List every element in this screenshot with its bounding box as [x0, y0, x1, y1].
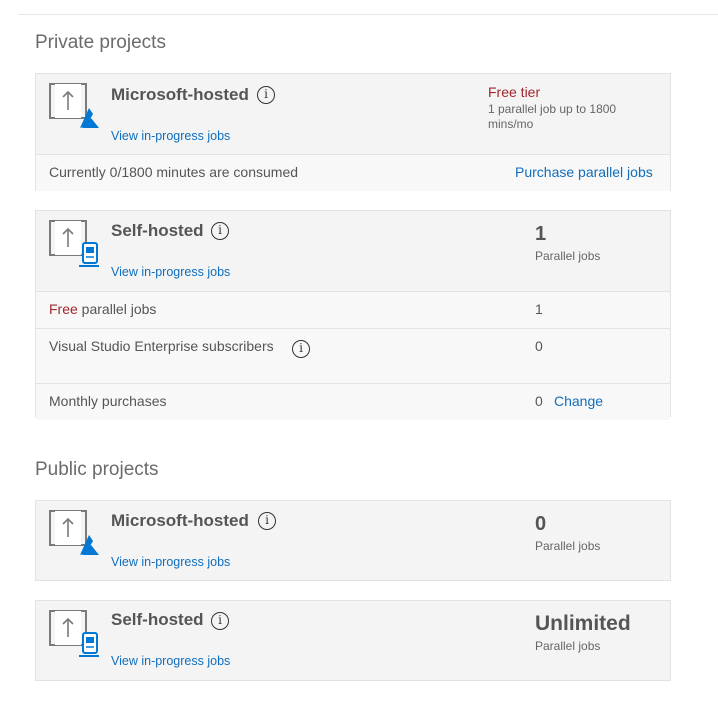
view-in-progress-jobs-link[interactable]: View in-progress jobs — [111, 129, 230, 143]
private-microsoft-hosted-card: Microsoft-hosted i View in-progress jobs… — [35, 73, 671, 191]
free-parallel-jobs-value: 1 — [535, 301, 543, 317]
parallel-jobs-label: Parallel jobs — [535, 539, 601, 553]
private-self-hosted-card: Self-hosted i View in-progress jobs 1 Pa… — [35, 210, 671, 420]
pipeline-azure-icon — [49, 509, 101, 559]
monthly-purchases-label: Monthly purchases — [49, 393, 167, 409]
pipeline-agent-icon — [49, 219, 101, 269]
change-link[interactable]: Change — [554, 393, 603, 409]
public-microsoft-hosted-card: Microsoft-hosted i View in-progress jobs… — [35, 500, 671, 581]
card-header: Microsoft-hosted i View in-progress jobs… — [36, 501, 670, 581]
parallel-jobs-count: 1 — [535, 223, 547, 245]
vs-enterprise-value: 0 — [535, 338, 543, 354]
card-header: Self-hosted i View in-progress jobs Unli… — [36, 601, 670, 681]
microsoft-hosted-title: Microsoft-hosted — [111, 85, 249, 104]
free-parallel-jobs-label: Free parallel jobs — [49, 301, 156, 317]
free-tier-description: 1 parallel job up to 1800 mins/mo — [488, 102, 617, 131]
parallel-jobs-label: Parallel jobs — [535, 639, 601, 653]
free-parallel-jobs-row: Free parallel jobs 1 — [36, 291, 670, 328]
monthly-purchases-value: 0 — [535, 393, 543, 409]
self-hosted-title: Self-hosted — [111, 221, 204, 240]
public-projects-heading: Public projects — [35, 459, 159, 480]
top-divider — [18, 14, 718, 15]
pipeline-agent-icon — [49, 609, 101, 659]
free-tier-label: Free tier — [488, 84, 541, 100]
card-header: Self-hosted i View in-progress jobs 1 Pa… — [36, 211, 670, 291]
info-icon[interactable]: i — [258, 512, 276, 530]
info-icon[interactable]: i — [211, 612, 229, 630]
vs-enterprise-row: Visual Studio Enterprise subscribers i 0 — [36, 328, 670, 383]
parallel-jobs-label: Parallel jobs — [535, 249, 601, 263]
info-icon[interactable]: i — [211, 222, 229, 240]
info-icon[interactable]: i — [292, 340, 310, 358]
card-header: Microsoft-hosted i View in-progress jobs… — [36, 74, 670, 154]
consumption-row: Currently 0/1800 minutes are consumed Pu… — [36, 154, 670, 191]
view-in-progress-jobs-link[interactable]: View in-progress jobs — [111, 265, 230, 279]
vs-enterprise-label: Visual Studio Enterprise subscribers — [49, 338, 274, 354]
view-in-progress-jobs-link[interactable]: View in-progress jobs — [111, 555, 230, 569]
view-in-progress-jobs-link[interactable]: View in-progress jobs — [111, 654, 230, 668]
free-suffix: parallel jobs — [77, 301, 157, 317]
parallel-jobs-count: 0 — [535, 513, 547, 535]
pipeline-azure-icon — [49, 82, 101, 132]
free-word: Free — [49, 301, 78, 317]
purchase-parallel-jobs-link[interactable]: Purchase parallel jobs — [515, 164, 653, 180]
info-icon[interactable]: i — [257, 86, 275, 104]
public-self-hosted-card: Self-hosted i View in-progress jobs Unli… — [35, 600, 671, 681]
private-projects-heading: Private projects — [35, 32, 166, 53]
microsoft-hosted-title: Microsoft-hosted — [111, 511, 249, 530]
monthly-purchases-row: Monthly purchases 0 Change — [36, 383, 670, 420]
parallel-jobs-count: Unlimited — [535, 612, 631, 635]
self-hosted-title: Self-hosted — [111, 610, 204, 629]
consumed-minutes-text: Currently 0/1800 minutes are consumed — [49, 164, 299, 180]
